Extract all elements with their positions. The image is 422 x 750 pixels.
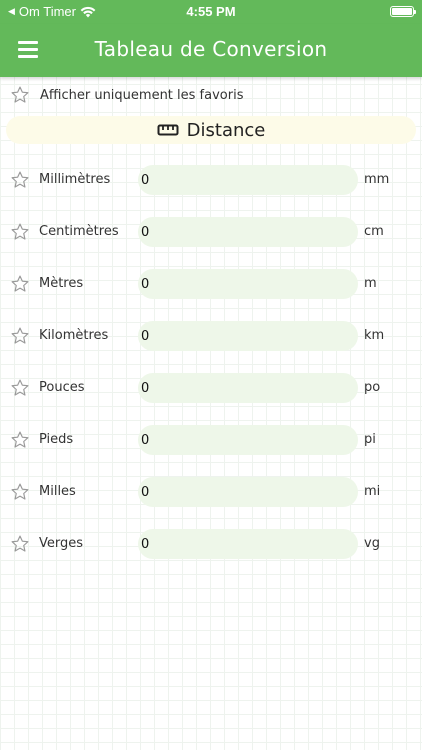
- battery-icon: [390, 6, 416, 17]
- star-outline-icon[interactable]: [10, 430, 30, 450]
- unit-abbr-label: mm: [364, 172, 390, 187]
- unit-value-input[interactable]: [138, 321, 358, 351]
- star-outline-icon[interactable]: [10, 378, 30, 398]
- unit-value-input[interactable]: [138, 477, 358, 507]
- star-outline-icon[interactable]: [10, 85, 30, 105]
- section-header: Distance: [6, 116, 416, 144]
- unit-row: Mètres m: [0, 268, 422, 320]
- unit-abbr-label: mi: [364, 484, 381, 499]
- unit-name-label: Millimètres: [39, 172, 111, 187]
- unit-name-label: Mètres: [39, 276, 84, 291]
- unit-abbr-label: km: [364, 328, 385, 343]
- app-screen: ◀ Om Timer 4:55 PM Tableau de Conversion…: [0, 0, 422, 750]
- unit-row: Kilomètres km: [0, 320, 422, 372]
- unit-value-input[interactable]: [138, 165, 358, 195]
- nav-bar: Tableau de Conversion: [0, 24, 422, 77]
- unit-name-label: Milles: [39, 484, 76, 499]
- unit-row: Pouces po: [0, 372, 422, 424]
- ruler-icon: [157, 124, 179, 136]
- favorites-filter-toggle[interactable]: Afficher uniquement les favoris: [10, 84, 243, 106]
- star-outline-icon[interactable]: [10, 274, 30, 294]
- star-outline-icon[interactable]: [10, 170, 30, 190]
- unit-row: Verges vg: [0, 528, 422, 580]
- unit-name-label: Pouces: [39, 380, 85, 395]
- favorites-filter-label: Afficher uniquement les favoris: [40, 87, 244, 103]
- unit-name-label: Centimètres: [39, 224, 119, 239]
- unit-value-input[interactable]: [138, 217, 358, 247]
- section-title: Distance: [186, 119, 266, 141]
- unit-name-label: Verges: [39, 536, 84, 551]
- unit-abbr-label: cm: [364, 224, 384, 239]
- unit-abbr-label: po: [364, 380, 381, 395]
- unit-value-input[interactable]: [138, 529, 358, 559]
- unit-row: Pieds pi: [0, 424, 422, 476]
- unit-row: Millimètres mm: [0, 164, 422, 216]
- unit-name-label: Pieds: [39, 432, 74, 447]
- unit-abbr-label: vg: [364, 536, 380, 551]
- unit-row: Centimètres cm: [0, 216, 422, 268]
- status-bar: ◀ Om Timer 4:55 PM: [0, 0, 422, 24]
- unit-list: Millimètres mm Centimètres cm Mètres m Kilomèt…: [0, 164, 422, 580]
- unit-abbr-label: pi: [364, 432, 376, 447]
- star-outline-icon[interactable]: [10, 534, 30, 554]
- star-outline-icon[interactable]: [10, 222, 30, 242]
- unit-abbr-label: m: [364, 276, 377, 291]
- star-outline-icon[interactable]: [10, 482, 30, 502]
- unit-value-input[interactable]: [138, 425, 358, 455]
- unit-name-label: Kilomètres: [39, 328, 109, 343]
- unit-row: Milles mi: [0, 476, 422, 528]
- page-title: Tableau de Conversion: [94, 37, 328, 61]
- status-time: 4:55 PM: [186, 4, 236, 19]
- star-outline-icon[interactable]: [10, 326, 30, 346]
- unit-value-input[interactable]: [138, 269, 358, 299]
- unit-value-input[interactable]: [138, 373, 358, 403]
